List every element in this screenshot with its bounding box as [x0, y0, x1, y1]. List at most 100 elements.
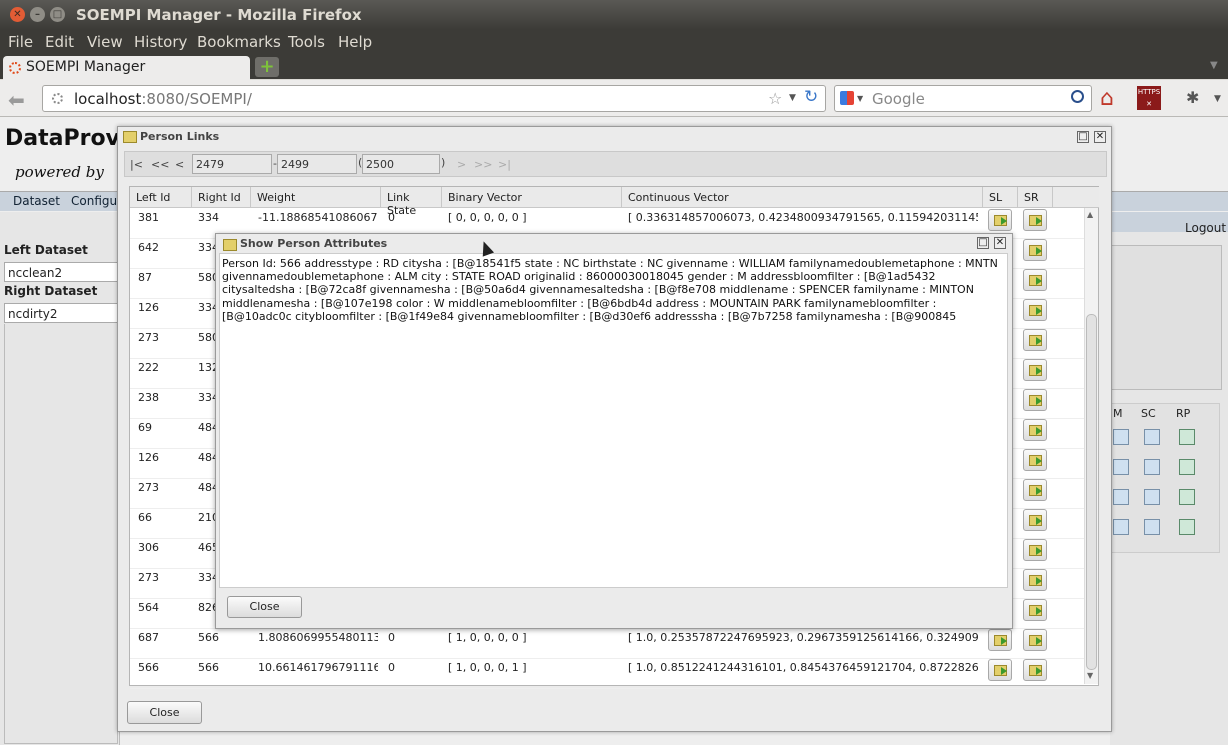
show-right-button[interactable] [1023, 299, 1047, 321]
show-arrow-icon [1029, 305, 1042, 316]
app-menu-dataset[interactable]: Dataset [13, 194, 60, 208]
show-right-button[interactable] [1023, 599, 1047, 621]
close-icon[interactable]: ✕ [1094, 131, 1106, 143]
tab-soempi-manager[interactable]: SOEMPI Manager [3, 56, 250, 80]
maximize-window-icon[interactable]: □ [50, 7, 65, 22]
show-right-button[interactable] [1023, 449, 1047, 471]
col-header-left-id[interactable]: Left Id [130, 187, 192, 208]
grid-icon[interactable] [1179, 489, 1195, 505]
reload-icon[interactable]: ↻ [804, 87, 818, 107]
show-right-button[interactable] [1023, 479, 1047, 501]
show-right-button[interactable] [1023, 539, 1047, 561]
grid-icon[interactable] [1113, 489, 1129, 505]
grid-icon[interactable] [1179, 429, 1195, 445]
search-engine-dropdown-icon[interactable]: ▼ [857, 94, 863, 103]
menu-history[interactable]: History [134, 33, 187, 51]
show-right-button[interactable] [1023, 629, 1047, 651]
url-dropdown-icon[interactable]: ▼ [789, 93, 796, 103]
close-button[interactable]: Close [227, 596, 302, 618]
maximize-icon[interactable]: □ [977, 237, 989, 249]
grid-icon[interactable] [1179, 519, 1195, 535]
col-header-weight[interactable]: Weight [251, 187, 381, 208]
cell-left: 642 [138, 241, 159, 254]
bookmark-star-icon[interactable]: ☆ [768, 89, 782, 108]
grid-icon[interactable] [1113, 519, 1129, 535]
minimize-window-icon[interactable]: – [30, 7, 45, 22]
col-header-continuous-vector[interactable]: Continuous Vector [622, 187, 983, 208]
cell-weight: 1.8086069955480113 [258, 631, 378, 644]
grid-icon[interactable] [1179, 459, 1195, 475]
right-dataset-field[interactable]: ncdirty2 [4, 303, 118, 323]
search-input[interactable]: Google [872, 90, 925, 108]
dialog-title: Show Person Attributes [240, 237, 388, 250]
table-row[interactable]: 566 566 10.661461796791116 0 [ 1, 0, 0, 0, 1… [130, 659, 1085, 689]
show-left-button[interactable] [988, 659, 1012, 681]
grid-icon[interactable] [1113, 429, 1129, 445]
show-right-button[interactable] [1023, 329, 1047, 351]
logout-link[interactable]: Logout [1185, 221, 1226, 235]
scroll-thumb[interactable] [1086, 314, 1097, 670]
close-icon[interactable]: ✕ [994, 237, 1006, 249]
col-header-sr[interactable]: SR [1018, 187, 1053, 208]
scroll-up-icon[interactable]: ▲ [1087, 210, 1093, 219]
show-left-button[interactable] [988, 209, 1012, 231]
range-to-field[interactable]: 2499 [277, 154, 357, 174]
show-right-button[interactable] [1023, 569, 1047, 591]
first-page-button[interactable]: |< [130, 158, 143, 171]
show-left-button[interactable] [988, 629, 1012, 651]
show-right-button[interactable] [1023, 419, 1047, 441]
show-right-button[interactable] [1023, 389, 1047, 411]
show-arrow-icon [1029, 575, 1042, 586]
back-button[interactable]: ⬅ [8, 88, 25, 112]
prev-button[interactable]: < [175, 158, 184, 171]
search-bar[interactable]: ▼ Google [834, 85, 1092, 112]
table-row[interactable]: 687 566 1.8086069955480113 0 [ 1, 0, 0, 0, 0… [130, 629, 1085, 659]
search-icon[interactable] [1071, 90, 1084, 103]
next-page-button[interactable]: >> [474, 158, 492, 171]
col-header-link-state[interactable]: Link State [381, 187, 442, 217]
show-arrow-icon [1029, 515, 1042, 526]
cell-left: 273 [138, 331, 159, 344]
menu-view[interactable]: View [87, 33, 123, 51]
scroll-down-icon[interactable]: ▼ [1087, 671, 1093, 680]
menu-tools[interactable]: Tools [288, 33, 325, 51]
grid-icon[interactable] [1144, 489, 1160, 505]
addon-bug-icon[interactable]: ✱ [1186, 88, 1199, 107]
show-right-button[interactable] [1023, 509, 1047, 531]
https-everywhere-icon[interactable]: HTTPS ✕ [1137, 86, 1161, 110]
grid-icon[interactable] [1113, 459, 1129, 475]
col-header-binary-vector[interactable]: Binary Vector [442, 187, 622, 208]
range-from-field[interactable]: 2479 [192, 154, 272, 174]
new-tab-button[interactable]: + [255, 57, 279, 77]
next-button[interactable]: > [457, 158, 466, 171]
menu-edit[interactable]: Edit [45, 33, 74, 51]
vertical-scrollbar[interactable]: ▲ ▼ [1084, 208, 1098, 684]
url-bar[interactable]: localhost:8080/SOEMPI/ ☆ ▼ ↻ [42, 85, 826, 112]
app-menu-configuration[interactable]: Configu [71, 194, 117, 208]
show-right-button[interactable] [1023, 209, 1047, 231]
left-dataset-field[interactable]: ncclean2 [4, 262, 118, 282]
cell-left: 66 [138, 511, 152, 524]
addon-dropdown-icon[interactable]: ▼ [1214, 94, 1221, 104]
prev-page-button[interactable]: << [151, 158, 169, 171]
show-right-button[interactable] [1023, 659, 1047, 681]
show-right-button[interactable] [1023, 269, 1047, 291]
close-window-icon[interactable]: ✕ [10, 7, 25, 22]
last-page-button[interactable]: >| [498, 158, 511, 171]
menu-help[interactable]: Help [338, 33, 372, 51]
menu-bookmarks[interactable]: Bookmarks [197, 33, 281, 51]
col-header-right-id[interactable]: Right Id [192, 187, 251, 208]
menu-file[interactable]: File [8, 33, 33, 51]
home-icon[interactable]: ⌂ [1100, 86, 1114, 111]
tab-list-icon[interactable]: ▼ [1210, 60, 1218, 71]
show-right-button[interactable] [1023, 239, 1047, 261]
grid-icon[interactable] [1144, 519, 1160, 535]
grid-icon[interactable] [1144, 429, 1160, 445]
close-button[interactable]: Close [127, 701, 202, 724]
show-right-button[interactable] [1023, 359, 1047, 381]
col-header-sl[interactable]: SL [983, 187, 1018, 208]
cell-left: 126 [138, 451, 159, 464]
maximize-icon[interactable]: □ [1077, 131, 1089, 143]
google-icon[interactable] [840, 91, 854, 105]
grid-icon[interactable] [1144, 459, 1160, 475]
